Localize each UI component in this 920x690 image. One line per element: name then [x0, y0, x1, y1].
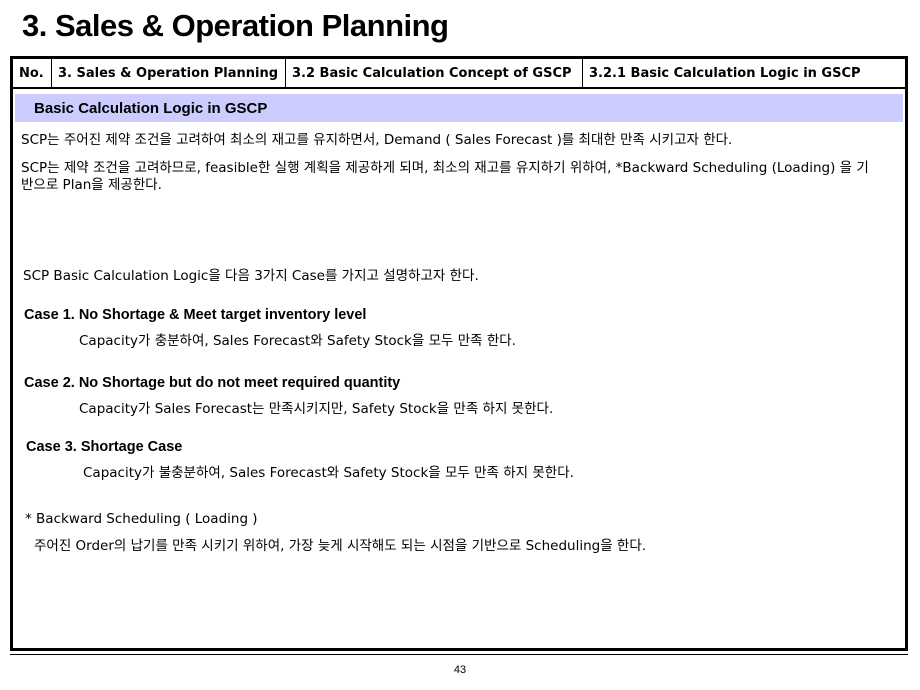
bottom-rule	[10, 654, 908, 655]
header-section: 3.2 Basic Calculation Concept of GSCP	[286, 59, 583, 87]
footnote-desc: 주어진 Order의 납기를 만족 시키기 위하여, 가장 늦게 시작해도 되는…	[34, 538, 647, 554]
intro-line-2: SCP는 제약 조건을 고려하므로, feasible한 실행 계획을 제공하게…	[21, 160, 869, 193]
header-table: No. 3. Sales & Operation Planning 3.2 Ba…	[13, 59, 905, 89]
footnote-title: * Backward Scheduling ( Loading )	[25, 511, 258, 527]
header-subsection: 3.2.1 Basic Calculation Logic in GSCP	[589, 65, 861, 81]
case-3-title: Case 3. Shortage Case	[26, 439, 183, 455]
page-title: 3. Sales & Operation Planning	[22, 8, 449, 43]
cases-intro: SCP Basic Calculation Logic을 다음 3가지 Case…	[23, 268, 479, 284]
case-1-title: Case 1. No Shortage & Meet target invent…	[24, 307, 367, 323]
page-number: 43	[453, 664, 467, 676]
case-3-desc: Capacity가 불충분하여, Sales Forecast와 Safety …	[83, 465, 574, 481]
case-2-title: Case 2. No Shortage but do not meet requ…	[24, 375, 401, 391]
intro-line-1: SCP는 주어진 제약 조건을 고려하여 최소의 재고를 유지하면서, Dema…	[21, 132, 733, 148]
case-2-desc: Capacity가 Sales Forecast는 만족시키지만, Safety…	[79, 401, 554, 417]
section-title: Basic Calculation Logic in GSCP	[15, 94, 903, 122]
content-frame: No. 3. Sales & Operation Planning 3.2 Ba…	[10, 56, 908, 651]
header-no: No.	[13, 59, 52, 87]
case-1-desc: Capacity가 충분하여, Sales Forecast와 Safety S…	[79, 333, 516, 349]
header-chapter: 3. Sales & Operation Planning	[52, 59, 286, 87]
